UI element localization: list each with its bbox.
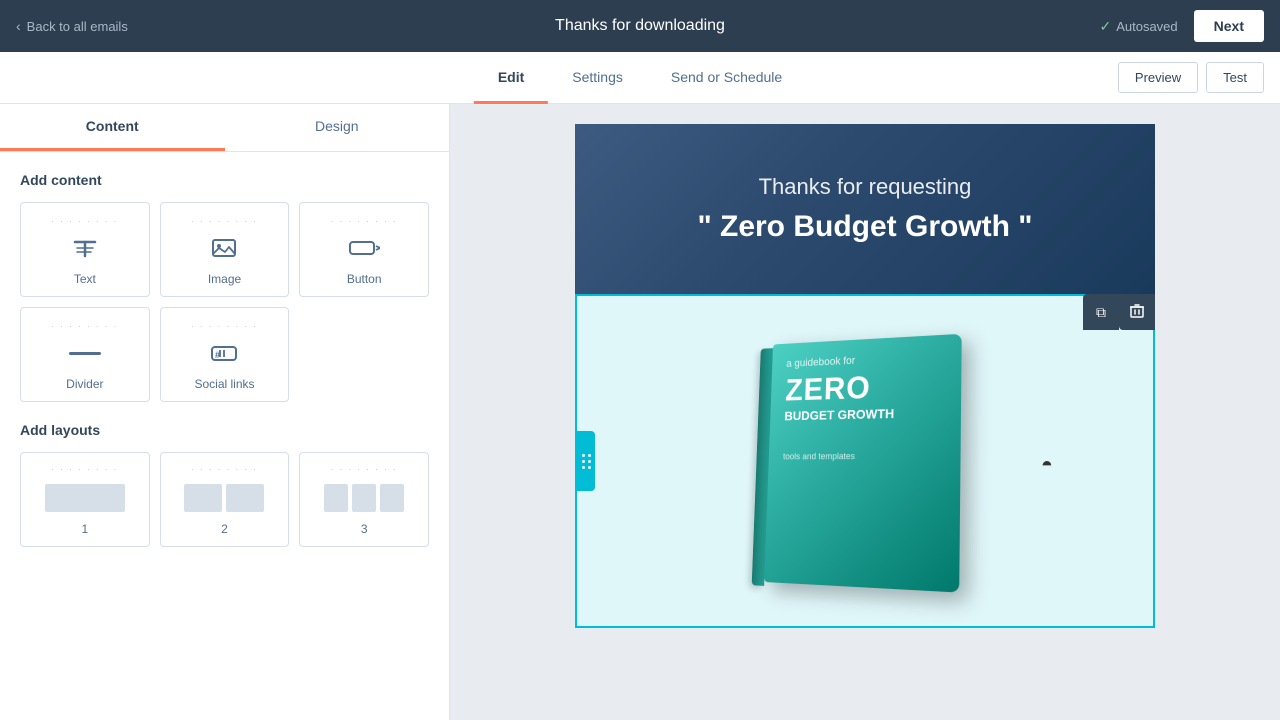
- image-label: Image: [169, 272, 281, 286]
- dots-3col: · · · · · · · ·: [308, 465, 420, 474]
- dots-text: · · · · · · · ·: [29, 217, 141, 226]
- col-2a: [184, 484, 222, 512]
- autosaved-status: ✓ Autosaved: [1099, 18, 1177, 35]
- image-icon: [169, 232, 281, 264]
- content-items-grid: · · · · · · · · Text · · · · · · · ·: [20, 202, 429, 402]
- copy-icon: ⧉: [1096, 304, 1106, 321]
- content-item-image[interactable]: · · · · · · · · Image: [160, 202, 290, 297]
- layout-2-label: 2: [169, 522, 281, 536]
- col-3c: [380, 484, 404, 512]
- panel-tab-content[interactable]: Content: [0, 104, 225, 151]
- book-big-title: ZERO: [785, 369, 945, 406]
- top-nav: ‹ Back to all emails Thanks for download…: [0, 0, 1280, 52]
- content-item-text[interactable]: · · · · · · · · Text: [20, 202, 150, 297]
- divider-label: Divider: [29, 377, 141, 391]
- add-content-title: Add content: [20, 172, 429, 188]
- dots-divider: · · · · · · · ·: [29, 322, 141, 331]
- tab-send-schedule[interactable]: Send or Schedule: [647, 53, 806, 104]
- text-icon: [29, 232, 141, 264]
- layout-preview-1: [29, 480, 141, 516]
- dots-button: · · · · · · · ·: [308, 217, 420, 226]
- social-label: Social links: [169, 377, 281, 391]
- dots-image: · · · · · · · ·: [169, 217, 281, 226]
- left-panel: Content Design Add content · · · · · · ·…: [0, 104, 450, 720]
- book-mid-title: BUDGET GROWTH: [784, 405, 944, 423]
- layout-preview-3: [308, 480, 420, 516]
- col-2b: [226, 484, 264, 512]
- hero-title: " Zero Budget Growth ": [615, 210, 1115, 244]
- panel-tabs: Content Design: [0, 104, 449, 152]
- email-preview: Thanks for requesting " Zero Budget Grow…: [575, 124, 1155, 628]
- book-footer: tools and templates: [783, 451, 944, 462]
- content-item-button[interactable]: · · · · · · · · Button: [299, 202, 429, 297]
- layout-3-label: 3: [308, 522, 420, 536]
- copy-section-button[interactable]: ⧉: [1083, 294, 1119, 330]
- button-icon: [308, 232, 420, 264]
- back-label: Back to all emails: [27, 19, 128, 34]
- panel-content: Add content · · · · · · · · Text: [0, 152, 449, 567]
- drag-dots: [582, 454, 591, 469]
- content-item-social[interactable]: · · · · · · · · # Social links: [160, 307, 290, 402]
- tab-settings[interactable]: Settings: [548, 53, 647, 104]
- layout-3col[interactable]: · · · · · · · · 3: [299, 452, 429, 547]
- dots-2col: · · · · · · · ·: [169, 465, 281, 474]
- book-subtitle: a guidebook for: [786, 351, 945, 370]
- social-icon: #: [169, 337, 281, 369]
- dots-1col: · · · · · · · ·: [29, 465, 141, 474]
- add-layouts-title: Add layouts: [20, 422, 429, 438]
- book-image-area: a guidebook for ZERO BUDGET GROWTH tools…: [577, 296, 1153, 626]
- main-tabs: Edit Settings Send or Schedule: [474, 53, 806, 103]
- col-3a: [324, 484, 348, 512]
- email-book-section[interactable]: ⧉: [575, 294, 1155, 628]
- divider-icon: [29, 337, 141, 369]
- test-button[interactable]: Test: [1206, 62, 1264, 93]
- email-title: Thanks for downloading: [555, 17, 725, 35]
- layout-1col[interactable]: · · · · · · · · 1: [20, 452, 150, 547]
- col-1: [45, 484, 125, 512]
- main-layout: Content Design Add content · · · · · · ·…: [0, 104, 1280, 720]
- cursor-pointer-icon: ◓: [1041, 454, 1053, 477]
- tab-bar: Edit Settings Send or Schedule Preview T…: [0, 52, 1280, 104]
- drag-handle[interactable]: [577, 431, 595, 491]
- delete-section-button[interactable]: [1119, 294, 1155, 330]
- book-cover: a guidebook for ZERO BUDGET GROWTH tools…: [764, 333, 983, 605]
- email-hero-section[interactable]: Thanks for requesting " Zero Budget Grow…: [575, 124, 1155, 294]
- check-icon: ✓: [1099, 18, 1111, 35]
- col-3b: [352, 484, 376, 512]
- hero-subtitle: Thanks for requesting: [615, 174, 1115, 200]
- dots-social: · · · · · · · ·: [169, 322, 281, 331]
- section-toolbar: ⧉: [1083, 294, 1155, 330]
- back-to-emails-link[interactable]: ‹ Back to all emails: [16, 18, 128, 34]
- text-label: Text: [29, 272, 141, 286]
- layout-items-grid: · · · · · · · · 1 · · · · · · · · 2: [20, 452, 429, 547]
- panel-tab-design[interactable]: Design: [225, 104, 450, 151]
- book-main: a guidebook for ZERO BUDGET GROWTH tools…: [764, 334, 961, 593]
- delete-icon: [1130, 304, 1144, 321]
- canvas-area: Thanks for requesting " Zero Budget Grow…: [450, 104, 1280, 720]
- layout-2col[interactable]: · · · · · · · · 2: [160, 452, 290, 547]
- nav-right: ✓ Autosaved Next: [1099, 10, 1264, 42]
- content-item-divider[interactable]: · · · · · · · · Divider: [20, 307, 150, 402]
- tab-edit[interactable]: Edit: [474, 53, 548, 104]
- layout-preview-2: [169, 480, 281, 516]
- next-button[interactable]: Next: [1194, 10, 1264, 42]
- preview-button[interactable]: Preview: [1118, 62, 1198, 93]
- svg-text:#: #: [215, 350, 220, 360]
- back-arrow-icon: ‹: [16, 18, 21, 34]
- layout-1-label: 1: [29, 522, 141, 536]
- button-label: Button: [308, 272, 420, 286]
- tab-actions: Preview Test: [1118, 62, 1264, 93]
